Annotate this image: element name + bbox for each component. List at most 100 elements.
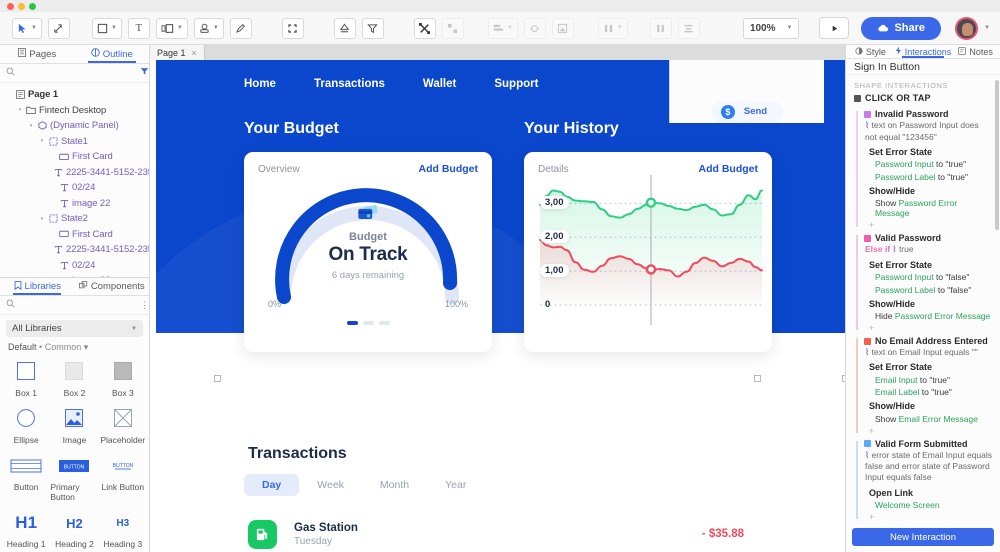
tab-outline[interactable]: Outline [75, 45, 150, 63]
connector-tool-button[interactable] [47, 17, 70, 39]
history-add-budget-link[interactable]: Add Budget [699, 163, 759, 175]
case-header[interactable]: Invalid Password [864, 109, 992, 119]
event-click-or-tap[interactable]: CLICK OR TAP [846, 92, 1000, 106]
box-tool-button[interactable]: ▼ [91, 17, 122, 39]
distribute-tool-button[interactable] [523, 17, 546, 39]
ungroup-tool-button[interactable] [441, 17, 464, 39]
tree-item[interactable]: First Card [0, 227, 149, 243]
library-item[interactable]: BUTTON Primary Button [50, 450, 98, 505]
tree-item[interactable]: ▾ (Dynamic Panel) [0, 118, 149, 134]
library-item[interactable]: Box 2 [50, 356, 98, 401]
transform-tool-button[interactable] [413, 17, 436, 39]
carousel-dot[interactable] [346, 321, 358, 325]
filter-icon[interactable] [140, 67, 149, 79]
tab-pages[interactable]: Pages [0, 45, 75, 63]
interaction-case[interactable]: No Email Address Entered ⌇ text on Email … [854, 336, 992, 436]
library-item[interactable]: BUTTON Link Button [99, 450, 147, 505]
transactions-filter-day[interactable]: Day [244, 474, 300, 496]
disclosure-triangle-icon[interactable]: ▾ [17, 107, 23, 113]
transaction-row[interactable]: Gas Station Tuesday - $35.88 [234, 508, 764, 552]
more-options-icon[interactable]: ⋮ [140, 300, 149, 311]
tree-item[interactable]: ▾ Fintech Desktop [0, 103, 149, 119]
chevron-down-icon[interactable]: ▼ [617, 25, 623, 31]
zoom-level-select[interactable]: 100% ▼ [742, 17, 800, 39]
library-item[interactable]: H1 Heading 1 [2, 507, 50, 552]
budget-card[interactable]: Overview Add Budget Budget On Track 6 da… [244, 152, 492, 352]
chevron-down-icon[interactable]: ▼ [984, 25, 990, 31]
carousel-dot[interactable] [378, 321, 390, 325]
tree-item[interactable]: 2225-3441-5152-2351 [0, 165, 149, 181]
case-header[interactable]: Valid Password [864, 233, 992, 243]
add-action-button[interactable]: + [864, 426, 992, 436]
nav-link[interactable]: Transactions [314, 78, 385, 90]
tree-item[interactable]: ▾ State2 [0, 211, 149, 227]
library-item[interactable]: H3 Heading 3 [99, 507, 147, 552]
interaction-case[interactable]: Invalid Password ⌇ text on Password Input… [854, 109, 992, 230]
order-tool-button[interactable] [551, 17, 574, 39]
library-search-input[interactable] [19, 300, 136, 310]
case-header[interactable]: Valid Form Submitted [864, 439, 992, 449]
text-tool-button[interactable]: T [127, 17, 150, 39]
action-line[interactable]: Email Label to "true" [864, 387, 992, 397]
action-line[interactable]: Welcome Screen [864, 500, 992, 510]
action-line[interactable]: Password Label to "false" [864, 285, 992, 295]
disclosure-triangle-icon[interactable]: ▾ [28, 123, 34, 129]
align-tool-button[interactable]: ▼ [487, 17, 518, 39]
disclosure-triangle-icon[interactable]: ▾ [39, 216, 45, 222]
breadcrumb-default[interactable]: Default [8, 342, 37, 352]
fill-tool-button[interactable] [333, 17, 356, 39]
case-header[interactable]: No Email Address Entered [864, 336, 992, 346]
tree-item[interactable]: First Card [0, 149, 149, 165]
chevron-down-icon[interactable]: ▼ [177, 25, 183, 31]
chevron-down-icon[interactable]: ▼ [31, 25, 37, 31]
close-icon[interactable]: × [192, 48, 197, 58]
tree-item[interactable]: ▾ State1 [0, 134, 149, 150]
library-item[interactable]: Box 1 [2, 356, 50, 401]
share-button[interactable]: Share [861, 16, 942, 40]
action-line[interactable]: Show Email Error Message [864, 414, 992, 424]
crop-tool-button[interactable] [281, 17, 304, 39]
action-line[interactable]: Email Input to "true" [864, 375, 992, 385]
transactions-filter-year[interactable]: Year [427, 474, 484, 496]
chevron-down-icon[interactable]: ▼ [213, 25, 219, 31]
action-line[interactable]: Password Input to "true" [864, 159, 992, 169]
library-item[interactable]: Ellipse [2, 403, 50, 448]
new-interaction-button[interactable]: New Interaction [852, 528, 994, 546]
library-item[interactable]: Placeholder [99, 403, 147, 448]
tree-item[interactable]: 02/24 [0, 180, 149, 196]
tab-libraries[interactable]: Libraries [0, 278, 75, 295]
selection-handle[interactable] [754, 375, 761, 382]
selection-tool-button[interactable]: ▼ [12, 17, 42, 39]
carousel-dot[interactable] [362, 321, 374, 325]
interaction-case[interactable]: Valid Password Else if ⌇ true Set Error St… [854, 233, 992, 333]
avatar[interactable] [955, 16, 979, 40]
action-line[interactable]: Password Input to "false" [864, 272, 992, 282]
tab-interactions[interactable]: Interactions [895, 45, 951, 59]
shape-tool-button[interactable]: ▼ [155, 17, 188, 39]
close-window-button[interactable] [7, 2, 14, 10]
account-menu[interactable]: ▼ [955, 16, 990, 40]
budget-add-budget-link[interactable]: Add Budget [419, 163, 479, 175]
selection-handle[interactable] [842, 375, 845, 382]
library-select[interactable]: All Libraries ▼ [6, 320, 143, 337]
preview-button[interactable] [819, 17, 850, 39]
library-item[interactable]: Box 3 [99, 356, 147, 401]
outline-search-input[interactable] [19, 68, 136, 78]
interaction-case[interactable]: Valid Form Submitted ⌇ error state of Ema… [854, 439, 992, 522]
tree-item[interactable]: 02/24 [0, 258, 149, 274]
library-item[interactable]: Image [50, 403, 98, 448]
add-action-button[interactable]: + [864, 220, 992, 230]
transactions-filter-week[interactable]: Week [299, 474, 362, 496]
tab-components[interactable]: Components [75, 278, 150, 295]
right-panel-scrollbar[interactable] [995, 80, 999, 230]
library-item[interactable]: H2 Heading 2 [50, 507, 98, 552]
transactions-filter-month[interactable]: Month [362, 474, 427, 496]
split-tool-button[interactable] [649, 17, 672, 39]
breadcrumb-common[interactable]: Common [45, 342, 82, 352]
chevron-down-icon[interactable]: ▼ [787, 25, 793, 31]
minimize-window-button[interactable] [18, 2, 25, 10]
nav-link[interactable]: Home [244, 78, 276, 90]
chevron-down-icon[interactable]: ▼ [111, 25, 117, 31]
action-line[interactable]: Password Label to "true" [864, 172, 992, 182]
budget-carousel-dots[interactable] [244, 321, 492, 325]
